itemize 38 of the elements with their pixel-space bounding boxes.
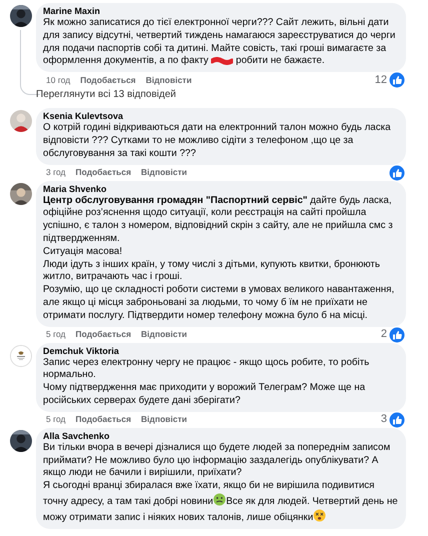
comment-time[interactable]: 10 год — [46, 74, 70, 87]
author-name[interactable]: Ksenia Kulevtsova — [43, 111, 398, 122]
view-replies-link[interactable]: Переглянути всі 13 відповідей — [36, 89, 176, 100]
comment-text: Запис через електронну чергу не працює - якщо щось робите, то робіть нормально. — [43, 356, 370, 382]
reaction-count: 2 — [380, 327, 387, 342]
dizzy-emoji-icon — [313, 508, 326, 522]
comment-text: Як можно записатися до тієї електронної черги??? Сайт лежить, вільні дати для запису відсутні, четвертий тиждень намагаюся зареєструватися до черги для подачи паспортів собі та дитині. Майте совість, такі гроші вимагаєте за оформлення документів, а по факту робити не бажаєте. — [43, 17, 396, 68]
comment-time[interactable]: 5 год — [46, 328, 66, 341]
author-name[interactable]: Demchuk Viktoria — [43, 346, 398, 357]
comment-text: Центр обслуговування громадян "Паспортний сервіс" дайте будь ласка, офіційне роз’яснення щодо ситуації, коли реєстрація на сайті пройшла успішно, є талон з номером, відповідний скрін з сайту, але не прийшла смс з підтвердженням. — [43, 194, 394, 246]
comment-text: Розумію, що це складності роботи системи в умовах великого навантаження, але якщо ці місця заброньовані за людьми, то чому б їм не приїхати не отримати послугу. Підтвердити номер телефону можна було б на місці. — [43, 284, 396, 323]
like-link[interactable]: Подобається — [76, 413, 132, 426]
author-name[interactable]: Marine Maxin — [43, 6, 398, 17]
redaction-mark — [211, 56, 234, 65]
like-icon — [388, 71, 406, 90]
like-link[interactable]: Подобається — [80, 74, 136, 87]
reaction-count: 3 — [380, 412, 387, 428]
comment-time[interactable]: 5 год — [46, 413, 66, 426]
reply-link[interactable]: Відповісти — [146, 74, 192, 87]
like-link[interactable]: Подобається — [76, 328, 132, 341]
reply-link[interactable]: Відповісти — [141, 413, 187, 426]
comment-text: Ви тільки вчора в вечері дізналися що будете людей за попереднім записом приймати? Не можливо було цю інформацію заздалегідь опублікувати? А якщо люди не бачили і вирішили, приїхати? — [43, 442, 392, 480]
author-name[interactable]: Maria Shvenko — [43, 184, 398, 195]
like-link[interactable]: Подобається — [76, 166, 132, 179]
author-name[interactable]: Alla Savchenko — [43, 430, 398, 442]
like-icon — [388, 164, 406, 182]
reply-link[interactable]: Відповісти — [141, 328, 187, 341]
comment-text: Люди ідуть з інших країн, у тому числі з дітьми, купують квитки, бронюють житло, витрачають час і гроші. — [43, 258, 382, 284]
comment-text: Я сьогодні вранці збиралася вже їхати, якщо би не вирішила подивитися точну адресу, а там такі добрі новини Все як для людей. Четвертий день не можу отримати запис і ніяких нових талонів, лише обіцянки — [43, 480, 398, 525]
reply-link[interactable]: Відповісти — [141, 166, 187, 179]
comment-time[interactable]: 3 год — [46, 166, 66, 179]
reaction-count: 12 — [374, 72, 387, 88]
nauseated-emoji-icon — [213, 492, 226, 506]
like-icon — [388, 410, 406, 429]
like-icon — [388, 326, 406, 344]
comment-text: Ситуація масова! — [43, 246, 124, 259]
comment-text: О котрій годині відкриваються дати на електронний талон можно будь ласка відповісти ??? Сутками то не можливо сідіти з телефоном ,що це за обслуговування за такі кошти ??? — [43, 122, 392, 161]
comment-text: Чому підтвердження має приходити у ворожий Телеграм? Може ще на російських серверах будете дані зберігати? — [43, 382, 366, 408]
